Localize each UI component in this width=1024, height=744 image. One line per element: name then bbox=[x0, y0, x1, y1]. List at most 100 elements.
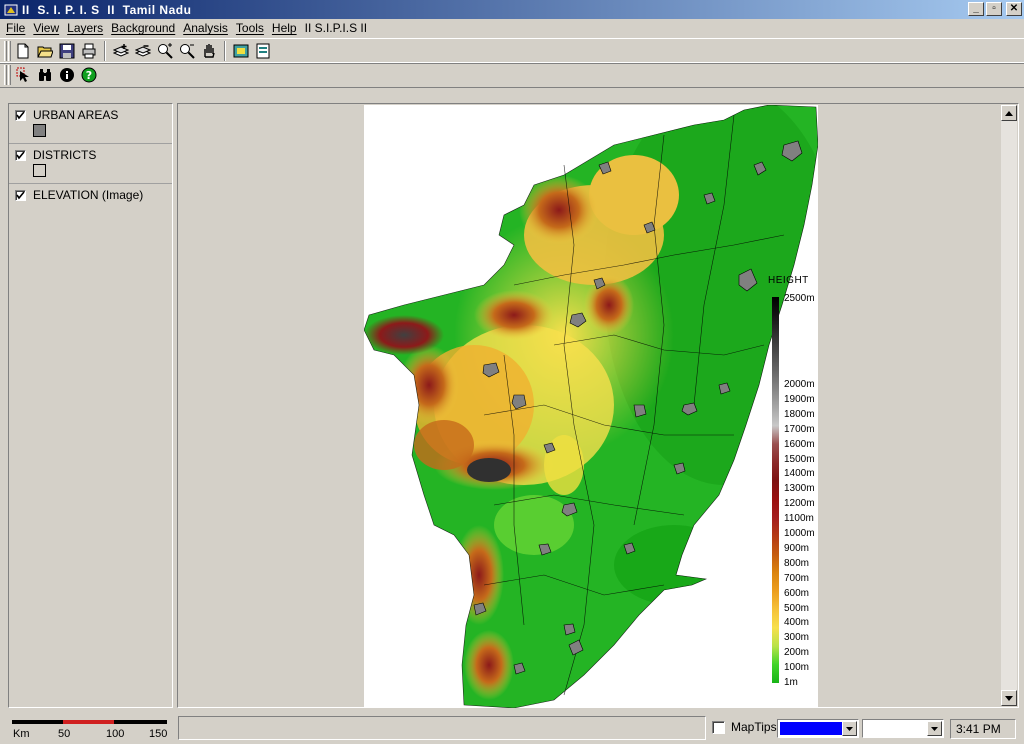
menu-layers[interactable]: Layers bbox=[63, 20, 107, 37]
elevation-legend-label: 100m bbox=[784, 662, 810, 674]
elevation-legend-label: 800m bbox=[784, 557, 810, 569]
layer-item-districts[interactable]: DISTRICTS bbox=[9, 144, 172, 184]
menu-tools[interactable]: Tools bbox=[232, 20, 268, 37]
main-toolbar bbox=[0, 38, 1024, 64]
scroll-down-button[interactable] bbox=[1001, 690, 1017, 706]
elevation-legend-label: 2500m bbox=[784, 293, 815, 304]
elevation-legend-label: 1000m bbox=[784, 528, 815, 539]
maptips-checkbox[interactable] bbox=[712, 720, 725, 734]
scale-segment bbox=[114, 720, 167, 724]
elevation-legend-label: 1800m bbox=[784, 408, 815, 420]
chevron-down-icon[interactable] bbox=[842, 721, 857, 736]
elevation-legend-label: 700m bbox=[784, 572, 810, 584]
layer-checkbox-urban-areas[interactable] bbox=[15, 110, 26, 121]
toolbar-separator bbox=[224, 41, 226, 61]
layer-item-elevation[interactable]: ELEVATION (Image) bbox=[9, 184, 172, 224]
elevation-legend-label: 300m bbox=[784, 632, 810, 644]
elevation-legend-label: 2000m bbox=[784, 379, 815, 390]
map-canvas[interactable]: HEIGHT 2500m 2000m 1900m 1800m 1700m 1600m 150… bbox=[364, 105, 818, 708]
map-view[interactable]: HEIGHT 2500m 2000m 1900m 1800m 1700m 1600m 150… bbox=[177, 103, 1019, 708]
layer-checkbox-districts[interactable] bbox=[15, 150, 26, 161]
minimize-button[interactable]: _ bbox=[968, 2, 984, 16]
add-layer-icon[interactable] bbox=[110, 40, 132, 62]
layer-label: ELEVATION (Image) bbox=[33, 188, 144, 202]
title-bar: II S. I. P. I. S II Tamil Nadu _ ▫ ✕ bbox=[0, 0, 1024, 19]
layer-list-panel: URBAN AREAS DISTRICTS ELEVATION (Image) bbox=[8, 103, 173, 708]
elevation-legend-label: 400m bbox=[784, 617, 810, 629]
help-icon[interactable]: ? bbox=[78, 64, 100, 86]
maptips-toggle[interactable]: MapTips bbox=[712, 720, 777, 734]
layer-label: URBAN AREAS bbox=[33, 108, 119, 122]
app-icon bbox=[3, 3, 19, 17]
binoculars-find-icon[interactable] bbox=[34, 64, 56, 86]
layer-swatch-districts bbox=[33, 164, 46, 177]
svg-text:?: ? bbox=[86, 69, 92, 82]
identify-info-icon[interactable] bbox=[56, 64, 78, 86]
elevation-legend-label: 1200m bbox=[784, 498, 815, 510]
toolbar-grip[interactable] bbox=[8, 65, 11, 85]
layer-select[interactable] bbox=[862, 719, 944, 738]
open-folder-icon[interactable] bbox=[34, 40, 56, 62]
scale-unit: Km bbox=[13, 728, 30, 740]
pan-hand-icon[interactable] bbox=[198, 40, 220, 62]
menu-analysis[interactable]: Analysis bbox=[179, 20, 232, 37]
close-button[interactable]: ✕ bbox=[1006, 2, 1022, 16]
elevation-color-ramp bbox=[772, 297, 779, 683]
toolbar-grip[interactable] bbox=[4, 65, 7, 85]
toolbar-grip[interactable] bbox=[8, 41, 11, 61]
status-bar: Km 50 100 150 MapTips 3:41 PM bbox=[0, 712, 1024, 744]
elevation-legend-label: 1400m bbox=[784, 468, 815, 480]
scale-bar: Km 50 100 150 bbox=[12, 720, 167, 742]
elevation-legend-label: 200m bbox=[784, 647, 810, 659]
print-icon[interactable] bbox=[78, 40, 100, 62]
scale-segment bbox=[63, 720, 114, 724]
elevation-map bbox=[364, 105, 818, 708]
elevation-legend-label: 1700m bbox=[784, 423, 815, 435]
window-title: II S. I. P. I. S II Tamil Nadu bbox=[22, 2, 192, 17]
maptips-label: MapTips bbox=[731, 720, 777, 734]
layer-label: DISTRICTS bbox=[33, 148, 97, 162]
vertical-scrollbar[interactable] bbox=[1001, 105, 1017, 706]
status-message-panel bbox=[178, 716, 706, 740]
menu-help[interactable]: Help bbox=[268, 20, 301, 37]
elevation-legend-title: HEIGHT bbox=[768, 275, 809, 286]
elevation-legend-label: 1900m bbox=[784, 393, 815, 405]
new-file-icon[interactable] bbox=[12, 40, 34, 62]
elevation-legend-label: 1600m bbox=[784, 438, 815, 450]
layer-item-urban-areas[interactable]: URBAN AREAS bbox=[9, 104, 172, 144]
select-pointer-icon[interactable] bbox=[12, 64, 34, 86]
menu-view[interactable]: View bbox=[29, 20, 63, 37]
selected-color-swatch bbox=[780, 722, 842, 735]
remove-layer-icon[interactable] bbox=[132, 40, 154, 62]
scale-segment bbox=[12, 720, 63, 724]
tools-toolbar: ? bbox=[0, 62, 1024, 88]
zoom-out-icon[interactable] bbox=[176, 40, 198, 62]
menu-background[interactable]: Background bbox=[107, 20, 179, 37]
elevation-legend-label: 600m bbox=[784, 587, 810, 599]
scale-label: 50 bbox=[58, 728, 71, 740]
elevation-legend-label: 900m bbox=[784, 542, 810, 554]
scale-label: 150 bbox=[149, 728, 168, 740]
map-extent-icon[interactable] bbox=[230, 40, 252, 62]
save-icon[interactable] bbox=[56, 40, 78, 62]
elevation-legend-label: 1100m bbox=[784, 513, 814, 525]
color-select[interactable] bbox=[777, 719, 859, 738]
toolbar-separator bbox=[104, 41, 106, 61]
menu-sipis[interactable]: II S.I.P.I.S II bbox=[301, 20, 371, 37]
menu-bar: File View Layers Background Analysis Too… bbox=[0, 19, 1024, 38]
layer-swatch-urban bbox=[33, 124, 46, 137]
elevation-legend-label: 1500m bbox=[784, 453, 815, 465]
scroll-up-button[interactable] bbox=[1001, 105, 1017, 121]
scale-label: 100 bbox=[106, 728, 125, 740]
status-clock: 3:41 PM bbox=[950, 719, 1016, 739]
toolbar-grip[interactable] bbox=[4, 41, 7, 61]
elevation-legend-label: 1300m bbox=[784, 483, 815, 495]
zoom-in-icon[interactable] bbox=[154, 40, 176, 62]
properties-icon[interactable] bbox=[252, 40, 274, 62]
layer-checkbox-elevation[interactable] bbox=[15, 190, 26, 201]
chevron-down-icon[interactable] bbox=[927, 721, 942, 736]
elevation-legend-label: 500m bbox=[784, 602, 810, 614]
menu-file[interactable]: File bbox=[2, 20, 29, 37]
maximize-button[interactable]: ▫ bbox=[986, 2, 1002, 16]
elevation-legend-label: 1m bbox=[784, 677, 798, 688]
